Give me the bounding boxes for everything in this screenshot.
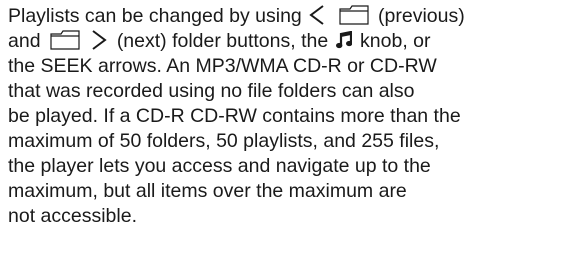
text-segment: (previous)	[378, 5, 465, 27]
text-line-6: maximum of 50 folders, 50 playlists, and…	[8, 130, 440, 152]
music-note-icon	[335, 31, 352, 49]
text-line-7: the player lets you access and navigate …	[8, 155, 431, 177]
text-segment: knob, or	[360, 30, 431, 52]
text-line-1: Playlists can be changed by using (previ…	[8, 4, 583, 29]
text-line-3: the SEEK arrows. An MP3/WMA CD-R or CD-R…	[8, 55, 437, 77]
chevron-right-icon	[92, 30, 108, 50]
text-line-5: be played. If a CD-R CD-RW contains more…	[8, 105, 461, 127]
chevron-left-icon	[309, 5, 324, 25]
folder-icon	[339, 5, 369, 25]
manual-paragraph: Playlists can be changed by using (previ…	[8, 4, 583, 229]
text-line-2: and (next) folder buttons, the knob, or	[8, 29, 583, 54]
text-segment: (next) folder buttons, the	[116, 30, 329, 52]
text-line-9: not accessible.	[8, 205, 137, 227]
folder-icon	[50, 30, 80, 50]
text-line-4: that was recorded using no file folders …	[8, 80, 415, 102]
text-line-8: maximum, but all items over the maximum …	[8, 180, 407, 202]
text-segment: Playlists can be changed by using	[8, 5, 302, 27]
text-segment: and	[8, 30, 41, 52]
